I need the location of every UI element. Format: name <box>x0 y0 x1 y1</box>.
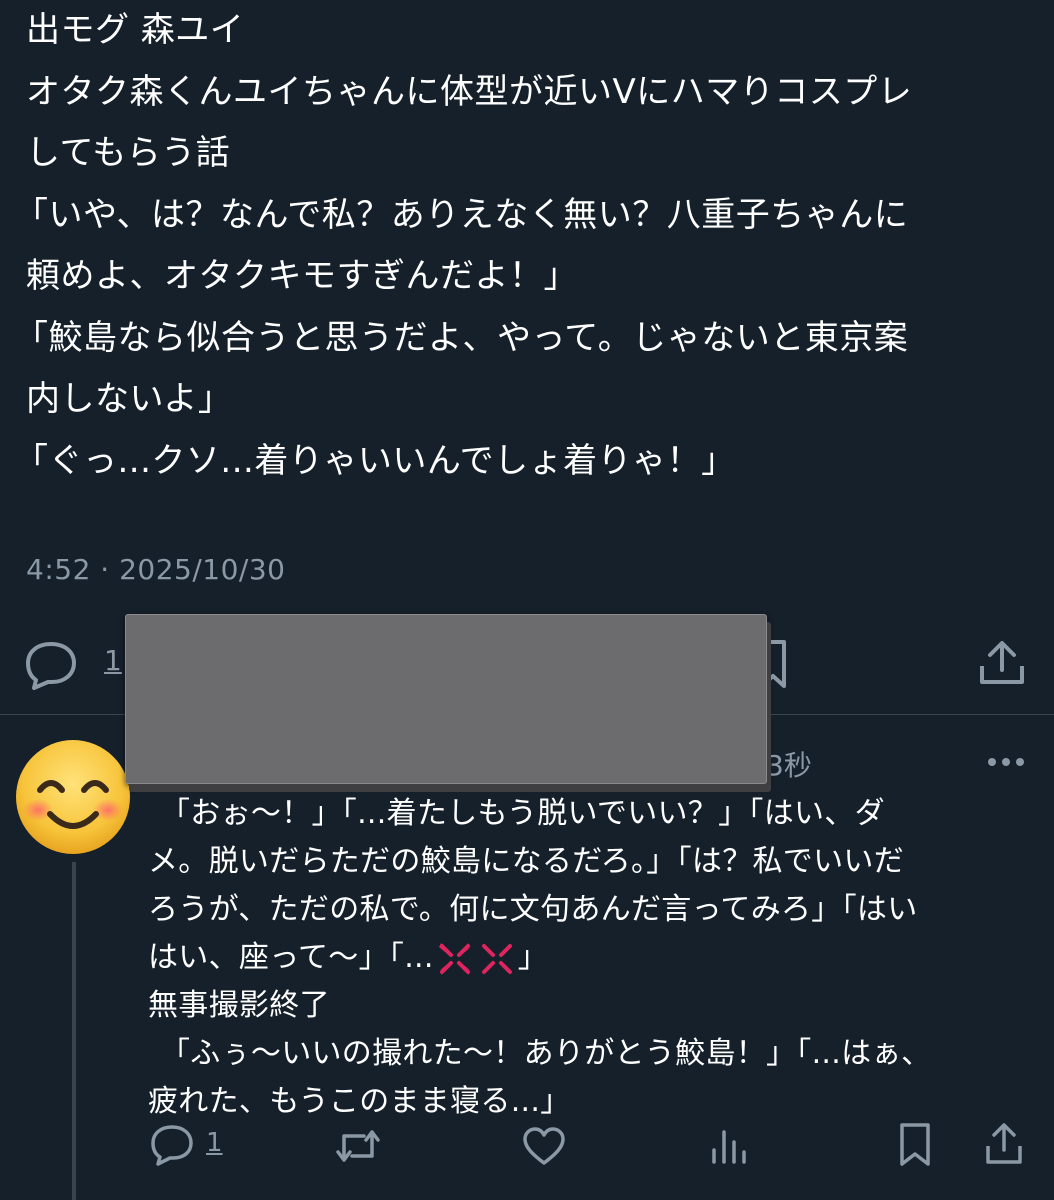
post-line: 「いや、は？なんで私？ありえなく無い？八重子ちゃんに <box>14 194 909 235</box>
smiling-face-icon[interactable] <box>14 738 132 856</box>
reply-reply-count[interactable]: 1 <box>206 1128 223 1158</box>
reply-line: はい、座って〜」「... 」 <box>148 934 1028 982</box>
post-line: 内しないよ」 <box>26 379 233 419</box>
more-icon[interactable] <box>986 750 1026 774</box>
post-timestamp[interactable]: 4:52 · 2025/10/30 <box>26 553 285 586</box>
post-text: 出モグ 森ユイ オタク森くんユイちゃんに体型が近いVにハマりコスプレ してもらう… <box>14 0 1026 492</box>
reply-line-text: 」 <box>517 940 549 975</box>
anger-symbol-icon <box>438 942 471 975</box>
post-line: 「鮫島なら似合うと思うだよ、やって。じゃないと東京案 <box>14 317 909 358</box>
reply-line: ろうが、ただの私で。何に文句あんだ言ってみろ」「はい <box>148 892 918 927</box>
post-line: オタク森くんユイちゃんに体型が近いVにハマりコスプレ <box>26 71 913 112</box>
reply-line-text: はい、座って〜」「... <box>148 940 434 975</box>
reply-icon[interactable] <box>24 640 78 690</box>
redaction-box <box>125 614 767 784</box>
heart-icon[interactable] <box>522 1126 566 1166</box>
share-icon[interactable] <box>978 638 1026 688</box>
reply-text: 「おぉ〜！」「...着たしもう脱いでいい？」「はい、ダ メ。脱いだらただの鮫島に… <box>148 790 1028 1126</box>
reply-time[interactable]: 3秒 <box>766 744 812 784</box>
post-line: してもらう話 <box>26 133 231 173</box>
post-line: 出モグ 森ユイ <box>26 10 245 50</box>
post-line: 「ぐっ...クソ...着りゃいいんでしょ着りゃ！」 <box>14 440 736 481</box>
reply-action-bar: 1 <box>0 1118 1054 1178</box>
post-line: 頼めよ、オタクキモすぎんだよ！」 <box>26 256 578 296</box>
retweet-icon[interactable] <box>334 1126 382 1166</box>
reply-line: 「おぉ〜！」「...着たしもう脱いでいい？」「はい、ダ <box>160 796 885 831</box>
reply-line: 「ふぅ〜いいの撮れた〜！ありがとう鮫島！」「...はぁ、 <box>160 1036 932 1071</box>
reply-line: メ。脱いだらただの鮫島になるだろ。」「は？私でいいだ <box>148 844 904 879</box>
post-reply-count[interactable]: 1 <box>104 644 122 677</box>
views-icon[interactable] <box>710 1126 748 1166</box>
bookmark-icon[interactable] <box>898 1122 932 1168</box>
reply-line: 無事撮影終了 <box>148 988 330 1023</box>
share-icon[interactable] <box>984 1122 1024 1166</box>
anger-symbol-icon <box>481 943 512 974</box>
reply-icon[interactable] <box>150 1124 194 1166</box>
